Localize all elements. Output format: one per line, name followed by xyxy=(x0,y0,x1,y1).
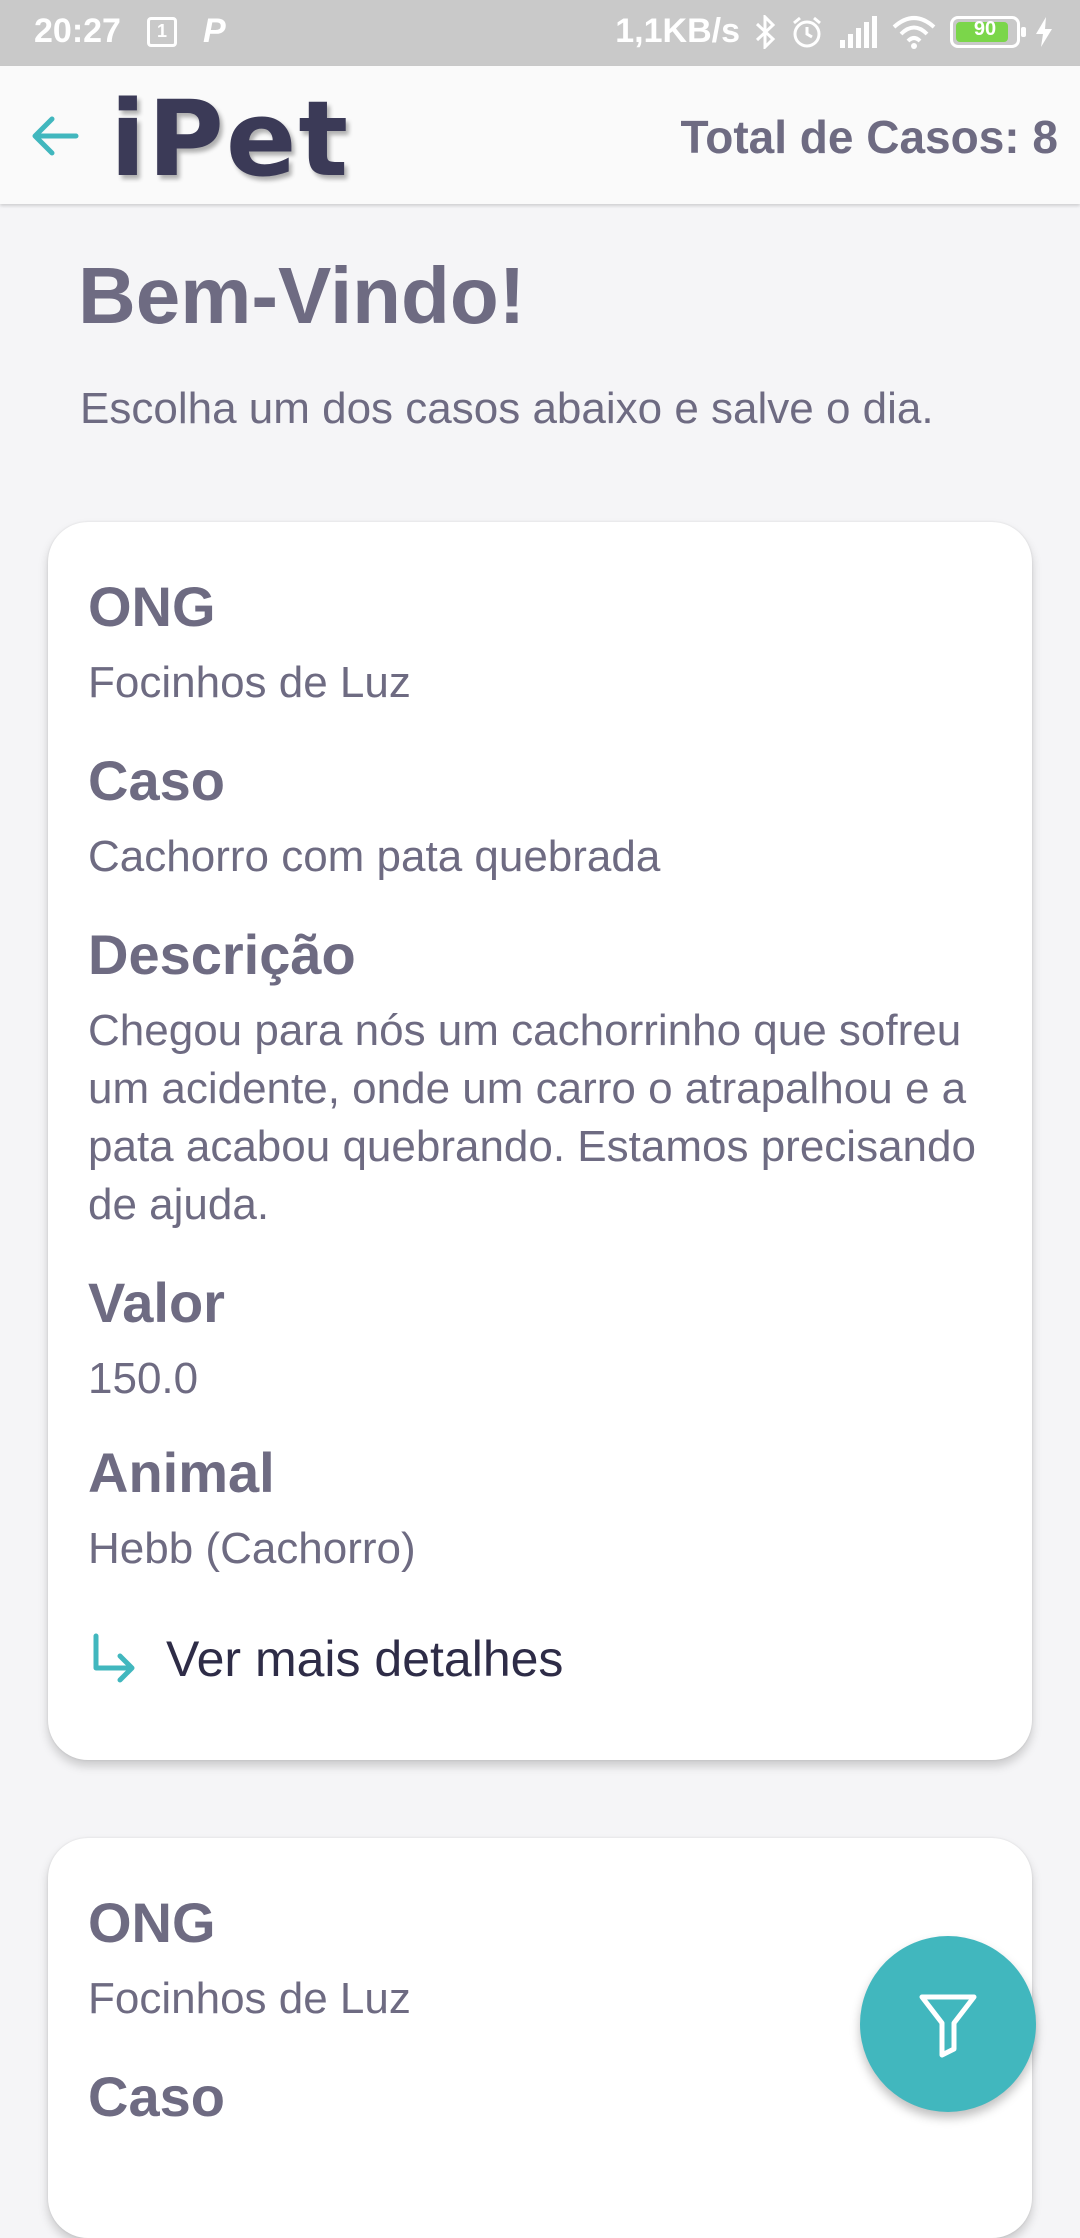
parking-icon: P xyxy=(202,12,226,50)
status-bar: 20:27 1 P 1,1KB/s 90 xyxy=(0,0,1080,66)
bluetooth-icon xyxy=(755,14,776,49)
value-label: Valor xyxy=(88,1271,225,1334)
notification-box-icon: 1 xyxy=(146,16,177,47)
app-header: iPet Total de Casos: 8 xyxy=(0,66,1080,204)
ong-label: ONG xyxy=(88,1891,216,1954)
app-logo: iPet xyxy=(110,78,351,200)
details-link[interactable]: Ver mais detalhes xyxy=(88,1630,563,1688)
details-link-label: Ver mais detalhes xyxy=(166,1631,564,1687)
battery-icon: 90 xyxy=(950,15,1026,48)
page-title: Bem-Vindo! xyxy=(78,251,526,340)
battery-level: 90 xyxy=(973,17,997,40)
status-time: 20:27 xyxy=(34,12,121,50)
value-amount: 150.0 xyxy=(88,1354,199,1403)
ong-value: Focinhos de Luz xyxy=(88,658,411,707)
alarm-icon xyxy=(793,16,821,47)
description-label: Descrição xyxy=(88,923,356,986)
case-value: Cachorro com pata quebrada xyxy=(88,832,661,881)
animal-value: Hebb (Cachorro) xyxy=(88,1524,416,1573)
arrow-left-icon[interactable] xyxy=(26,106,86,166)
case-label: Caso xyxy=(88,749,225,812)
description-value: Chegou para nós um cachorrinho que sofre… xyxy=(88,1006,976,1229)
filter-icon xyxy=(919,1994,977,2058)
network-speed: 1,1KB/s xyxy=(615,12,740,50)
page-subtitle: Escolha um dos casos abaixo e salve o di… xyxy=(80,384,934,433)
charging-icon xyxy=(1036,16,1052,47)
filter-button[interactable] xyxy=(860,1936,1036,2112)
arrow-down-right-icon xyxy=(93,1633,135,1683)
case-label: Caso xyxy=(88,2065,225,2128)
total-cases: Total de Casos: 8 xyxy=(680,111,1058,163)
animal-label: Animal xyxy=(88,1441,275,1504)
wifi-icon xyxy=(892,15,936,49)
ong-value: Focinhos de Luz xyxy=(88,1974,411,2023)
battery-cap xyxy=(1021,26,1026,37)
case-card: ONG Focinhos de Luz Caso Cachorro com pa… xyxy=(48,522,1032,1760)
ong-label: ONG xyxy=(88,575,216,638)
signal-icon xyxy=(840,15,877,48)
